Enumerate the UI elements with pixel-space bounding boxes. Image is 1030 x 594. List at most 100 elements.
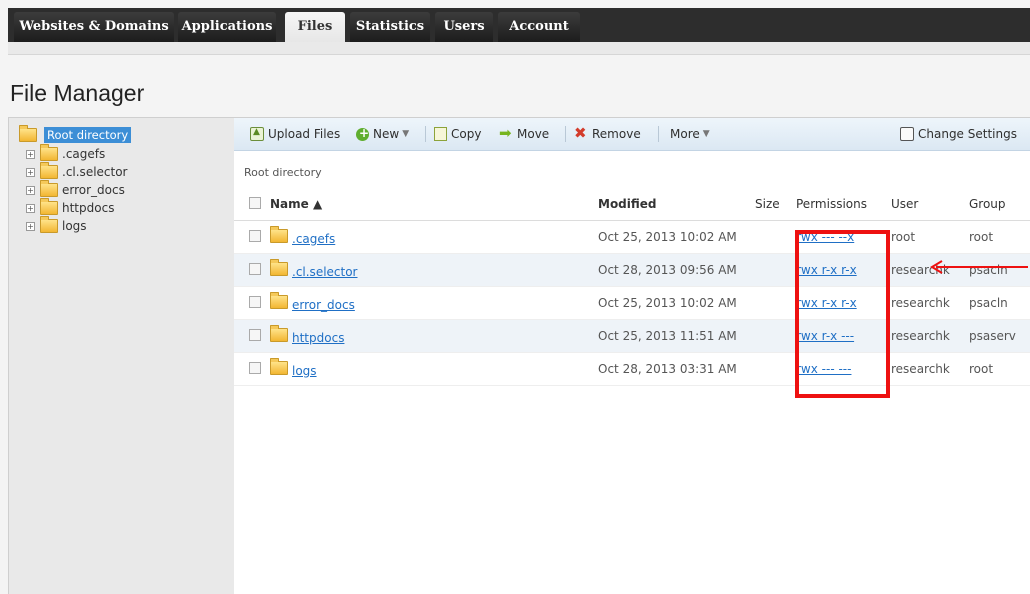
folder-icon [19, 125, 37, 142]
change-settings-button[interactable]: Change Settings [900, 126, 1017, 142]
arrow-right-icon [499, 124, 513, 142]
folder-icon [40, 216, 58, 233]
copy-label: Copy [451, 127, 482, 141]
tab-subbar [8, 42, 1030, 55]
modified-cell: Oct 25, 2013 11:51 AM [598, 319, 755, 353]
tree-root-label: Root directory [44, 127, 132, 143]
row-checkbox[interactable] [249, 328, 261, 341]
column-header-name[interactable]: Name ▲ [270, 188, 598, 221]
new-label: New [373, 127, 400, 141]
tree-item-cagefs[interactable]: + .cagefs [26, 144, 106, 163]
tree-item-label: logs [62, 219, 87, 233]
folder-icon [40, 198, 58, 215]
highlight-box [795, 230, 890, 398]
table-row: error_docs Oct 25, 2013 10:02 AM rwx r-x… [234, 286, 1030, 320]
row-checkbox[interactable] [249, 262, 261, 275]
expand-icon[interactable]: + [26, 149, 35, 159]
group-cell: psacln [963, 286, 1030, 320]
tree-root-item[interactable]: Root directory [19, 125, 132, 144]
more-label: More [670, 127, 700, 141]
toolbar-divider [425, 126, 426, 142]
expand-icon[interactable]: + [26, 167, 35, 177]
table-header-row: Name ▲ Modified Size Permissions User Gr… [234, 188, 1030, 221]
folder-icon [270, 357, 288, 375]
file-name-link[interactable]: .cl.selector [292, 265, 358, 279]
tree-item-httpdocs[interactable]: + httpdocs [26, 198, 115, 217]
remove-x-icon [574, 124, 588, 142]
tab-websites-domains[interactable]: Websites & Domains [14, 12, 174, 42]
remove-button[interactable]: Remove [574, 124, 641, 142]
modified-cell: Oct 28, 2013 09:56 AM [598, 253, 755, 287]
size-cell [755, 253, 790, 287]
user-cell: researchk [885, 319, 963, 353]
more-button[interactable]: More ▼ [670, 126, 710, 142]
settings-icon [900, 127, 914, 141]
file-table: Name ▲ Modified Size Permissions User Gr… [234, 188, 1030, 386]
expand-icon[interactable]: + [26, 203, 35, 213]
directory-tree: Root directory + .cagefs + .cl.selector … [8, 117, 235, 594]
tree-item-label: httpdocs [62, 201, 115, 215]
folder-icon [270, 225, 288, 243]
folder-icon [270, 291, 288, 309]
tree-item-cl-selector[interactable]: + .cl.selector [26, 162, 128, 181]
table-row: .cagefs Oct 25, 2013 10:02 AM rwx --- --… [234, 220, 1030, 254]
tab-applications[interactable]: Applications [178, 12, 276, 42]
column-header-group[interactable]: Group [963, 188, 1030, 221]
expand-icon[interactable]: + [26, 185, 35, 195]
tree-item-logs[interactable]: + logs [26, 216, 87, 235]
remove-label: Remove [592, 127, 641, 141]
new-button[interactable]: New ▼ [356, 126, 409, 142]
upload-files-button[interactable]: Upload Files [250, 126, 340, 142]
row-checkbox[interactable] [249, 361, 261, 374]
row-checkbox[interactable] [249, 229, 261, 242]
folder-icon [270, 324, 288, 342]
tab-account[interactable]: Account [498, 12, 580, 42]
breadcrumb: Root directory [244, 166, 322, 179]
column-header-permissions[interactable]: Permissions [790, 188, 885, 221]
change-settings-label: Change Settings [918, 127, 1017, 141]
modified-cell: Oct 25, 2013 10:02 AM [598, 286, 755, 320]
group-cell: root [963, 352, 1030, 386]
toolbar-divider [565, 126, 566, 142]
column-header-size[interactable]: Size [755, 188, 790, 221]
upload-icon [250, 127, 264, 141]
tree-item-label: .cl.selector [62, 165, 128, 179]
move-button[interactable]: Move [499, 124, 550, 142]
table-row: logs Oct 28, 2013 03:31 AM rwx --- --- r… [234, 352, 1030, 386]
table-row: .cl.selector Oct 28, 2013 09:56 AM rwx r… [234, 253, 1030, 287]
file-name-link[interactable]: httpdocs [292, 331, 344, 345]
tree-item-label: .cagefs [62, 147, 106, 161]
folder-icon [40, 180, 58, 197]
file-name-link[interactable]: error_docs [292, 298, 355, 312]
move-label: Move [517, 127, 550, 141]
annotation-arrow-icon [930, 260, 1028, 274]
toolbar-divider [658, 126, 659, 142]
file-name-link[interactable]: logs [292, 364, 317, 378]
tab-files[interactable]: Files [285, 12, 345, 43]
copy-button[interactable]: Copy [434, 126, 481, 142]
tab-statistics[interactable]: Statistics [350, 12, 430, 42]
modified-cell: Oct 28, 2013 03:31 AM [598, 352, 755, 386]
user-cell: root [885, 220, 963, 254]
user-cell: researchk [885, 286, 963, 320]
size-cell [755, 319, 790, 353]
size-cell [755, 220, 790, 254]
top-tab-bar: Websites & Domains Applications Files St… [8, 8, 1030, 43]
file-name-link[interactable]: .cagefs [292, 232, 335, 246]
select-all-checkbox[interactable] [249, 196, 261, 209]
group-cell: psaserv [963, 319, 1030, 353]
row-checkbox[interactable] [249, 295, 261, 308]
column-header-modified[interactable]: Modified [598, 188, 755, 221]
column-header-user[interactable]: User [885, 188, 963, 221]
expand-icon[interactable]: + [26, 221, 35, 231]
group-cell: root [963, 220, 1030, 254]
file-panel: Upload Files New ▼ Copy Move Remove More… [234, 117, 1030, 594]
size-cell [755, 286, 790, 320]
table-row: httpdocs Oct 25, 2013 11:51 AM rwx r-x -… [234, 319, 1030, 353]
modified-cell: Oct 25, 2013 10:02 AM [598, 220, 755, 254]
folder-icon [40, 162, 58, 179]
tab-users[interactable]: Users [435, 12, 493, 42]
tree-item-label: error_docs [62, 183, 125, 197]
size-cell [755, 352, 790, 386]
tree-item-error-docs[interactable]: + error_docs [26, 180, 125, 199]
